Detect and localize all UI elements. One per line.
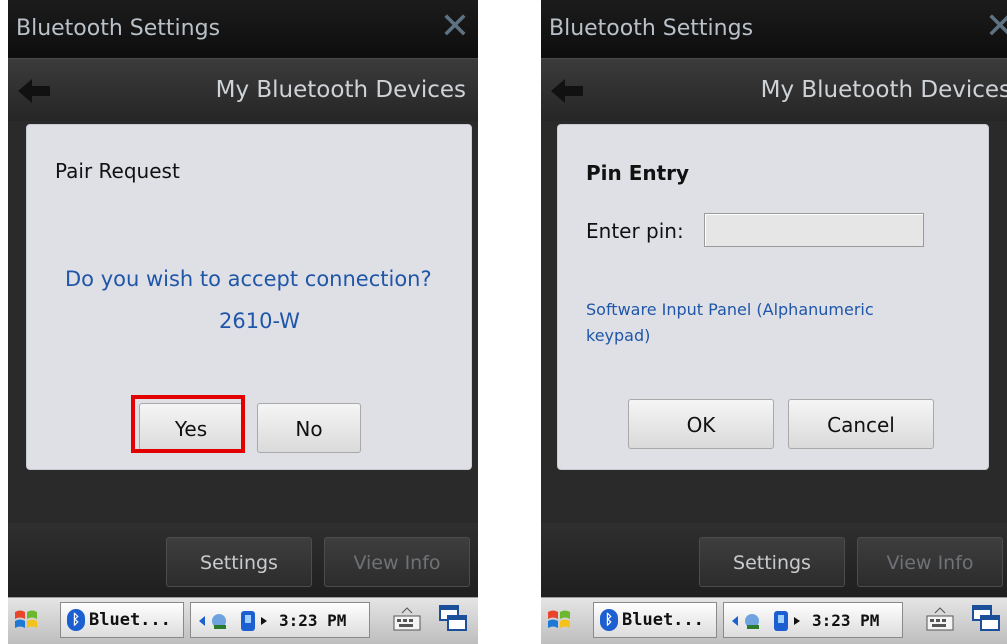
window-titlebar: Bluetooth Settings ✕	[541, 0, 1007, 58]
pin-input[interactable]	[704, 213, 924, 247]
bottom-toolbar: Settings View Info	[8, 523, 478, 597]
cancel-button[interactable]: Cancel	[788, 399, 934, 449]
taskbar-app-button[interactable]: ᛒ Bluet...	[593, 602, 717, 638]
back-arrow-icon[interactable]	[545, 75, 589, 107]
taskbar-app-label: Bluet...	[622, 610, 704, 630]
back-arrow-icon[interactable]	[12, 75, 56, 107]
ok-button[interactable]: OK	[628, 399, 774, 449]
pin-entry-dialog: Pin Entry Enter pin: Software Input Pane…	[557, 124, 989, 470]
keyboard-icon[interactable]	[925, 604, 955, 634]
battery-icon[interactable]	[770, 609, 806, 633]
window-title: Bluetooth Settings	[16, 16, 221, 41]
battery-icon[interactable]	[237, 609, 273, 633]
close-icon[interactable]: ✕	[983, 9, 1007, 45]
connection-question: Do you wish to accept connection?	[65, 267, 432, 291]
window-title: Bluetooth Settings	[549, 16, 754, 41]
page-header: My Bluetooth Devices	[541, 58, 1007, 121]
clock: 3:23 PM	[812, 611, 880, 630]
windows-start-icon[interactable]	[12, 606, 40, 634]
window-titlebar: Bluetooth Settings ✕	[8, 0, 478, 58]
view-info-button[interactable]: View Info	[324, 537, 470, 587]
settings-button[interactable]: Settings	[699, 537, 845, 587]
page-title: My Bluetooth Devices	[760, 77, 1007, 103]
network-icon[interactable]	[730, 609, 766, 633]
pair-request-dialog: Pair Request Do you wish to accept conne…	[26, 124, 472, 470]
windows-start-icon[interactable]	[545, 606, 573, 634]
system-tray[interactable]: 3:23 PM	[723, 602, 903, 638]
pin-label: Enter pin:	[586, 219, 684, 243]
network-icon[interactable]	[197, 609, 233, 633]
sip-link[interactable]: Software Input Panel (Alphanumeric keypa…	[586, 297, 926, 349]
taskbar-app-button[interactable]: ᛒ Bluet...	[60, 602, 184, 638]
taskbar-app-label: Bluet...	[89, 610, 171, 630]
taskbar: ᛒ Bluet... 3:23 PM	[541, 597, 1007, 644]
close-icon[interactable]: ✕	[438, 9, 472, 45]
dialog-title: Pair Request	[55, 159, 180, 183]
bottom-toolbar: Settings View Info	[541, 523, 1007, 597]
device-name: 2610-W	[219, 309, 300, 333]
settings-button[interactable]: Settings	[166, 537, 312, 587]
bluetooth-icon: ᛒ	[600, 609, 618, 631]
view-info-button[interactable]: View Info	[857, 537, 1003, 587]
page-header: My Bluetooth Devices	[8, 58, 478, 121]
page-title: My Bluetooth Devices	[215, 77, 466, 103]
keyboard-icon[interactable]	[392, 604, 422, 634]
system-tray[interactable]: 3:23 PM	[190, 602, 370, 638]
taskbar: ᛒ Bluet... 3:23 PM	[8, 597, 478, 644]
no-button[interactable]: No	[257, 403, 361, 453]
clock: 3:23 PM	[279, 611, 347, 630]
dialog-title: Pin Entry	[586, 161, 690, 185]
window-switch-icon[interactable]	[438, 604, 468, 634]
window-switch-icon[interactable]	[971, 604, 1001, 634]
bluetooth-icon: ᛒ	[67, 609, 85, 631]
screen-pin-entry: Bluetooth Settings ✕ My Bluetooth Device…	[541, 0, 1007, 644]
screen-pair-request: Bluetooth Settings ✕ My Bluetooth Device…	[8, 0, 478, 644]
highlight-box	[131, 395, 245, 453]
